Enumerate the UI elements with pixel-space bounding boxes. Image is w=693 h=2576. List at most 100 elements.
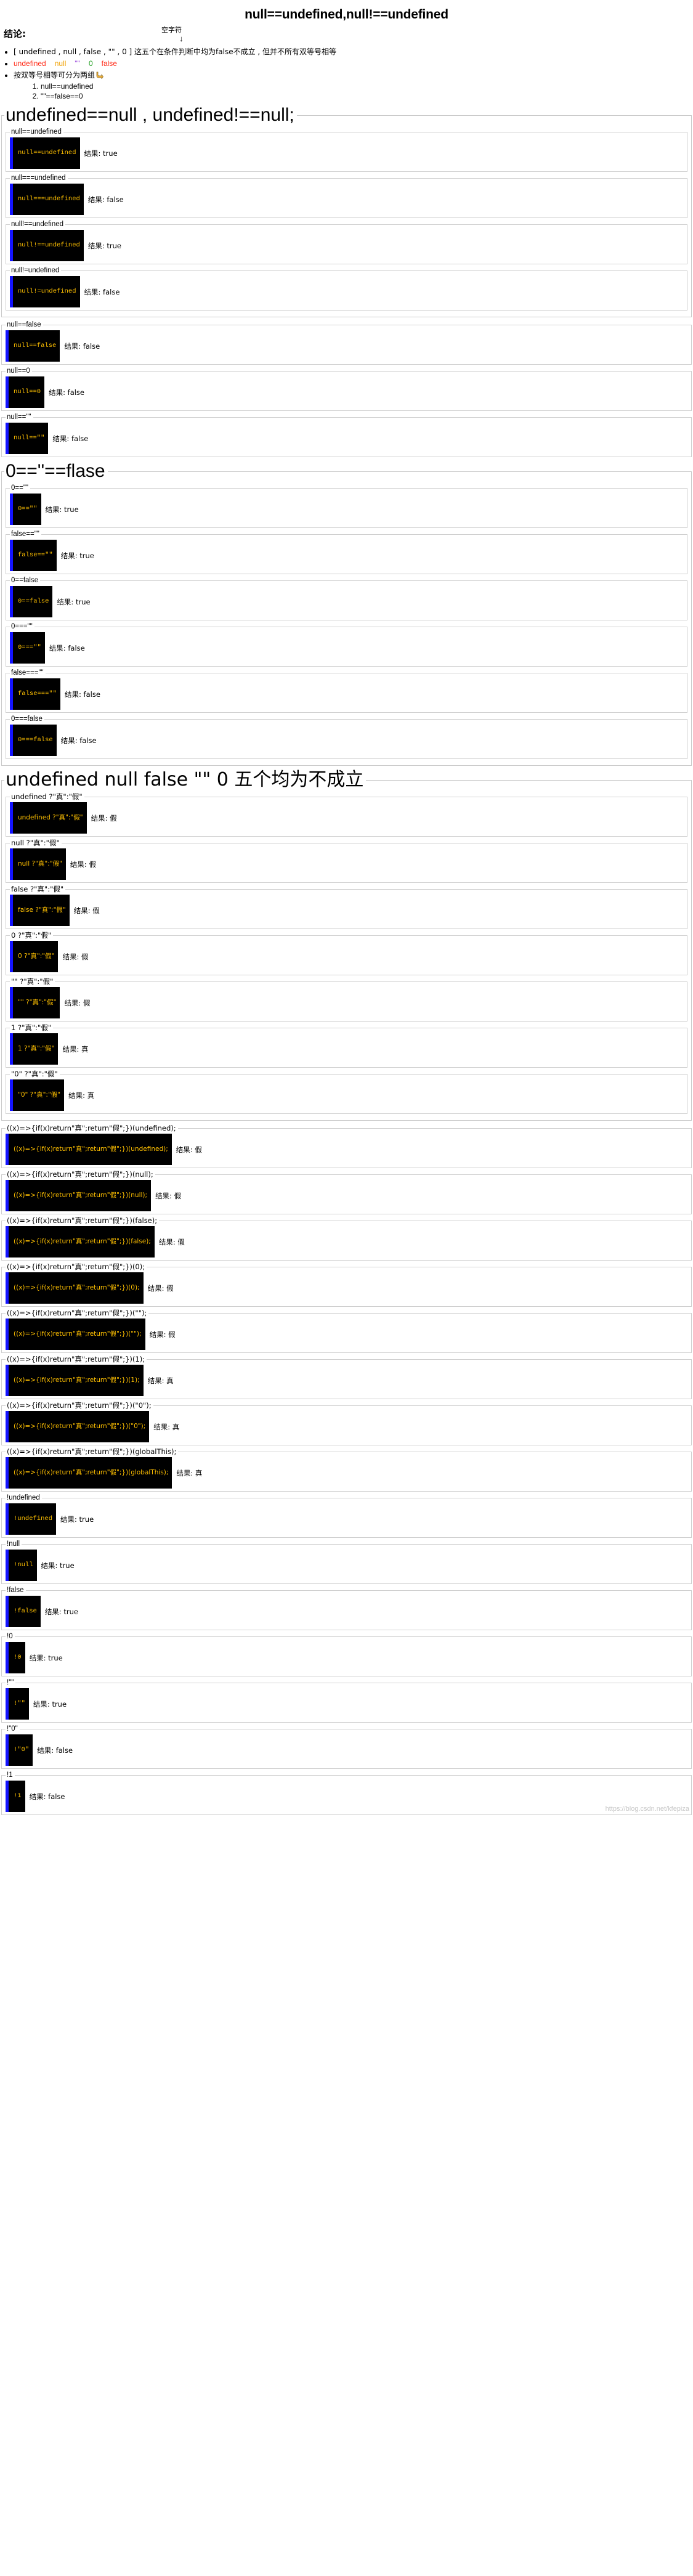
expression-legend: 0==="" xyxy=(11,623,33,630)
expression-card: !"0" !"0" 结果: false xyxy=(1,1725,692,1769)
result-prefix: 结果: xyxy=(149,1330,166,1339)
token-false: false xyxy=(101,59,117,68)
expression-card: !1 !1 结果: false xyxy=(1,1771,692,1815)
result-text: 结果: true xyxy=(60,1514,94,1524)
result-text: 结果: 假 xyxy=(70,859,96,869)
list-item: undefined null "" 0 false xyxy=(14,59,693,69)
result-prefix: 结果: xyxy=(49,643,66,652)
expression-card: 0==false 0==false 结果: true xyxy=(6,577,687,620)
code-row: 0==false 结果: true xyxy=(10,586,683,617)
code-row: "" ?"真":"假" 结果: 假 xyxy=(10,987,683,1018)
result-value: false xyxy=(67,388,84,397)
token-empty-string: "" xyxy=(75,59,80,68)
expression-card: null==0 null==0 结果: false xyxy=(1,367,692,411)
result-text: 结果: true xyxy=(61,551,94,561)
result-value: 假 xyxy=(110,813,117,823)
conclusion-bullet-list: [ undefined , null , false , "" , 0 ] 这五… xyxy=(0,47,693,101)
expression-legend: null==false xyxy=(7,321,41,328)
code-row: ((x)=>{if(x)return"真";return"假";})(undef… xyxy=(6,1134,687,1165)
result-prefix: 结果: xyxy=(60,551,78,560)
code-block: ((x)=>{if(x)return"真";return"假";})(false… xyxy=(6,1226,155,1258)
code-block: ((x)=>{if(x)return"真";return"假";})("0"); xyxy=(6,1411,150,1442)
code-row: ((x)=>{if(x)return"真";return"假";})("0");… xyxy=(6,1411,687,1442)
result-value: true xyxy=(63,1607,78,1616)
expression-card: !false !false 结果: true xyxy=(1,1587,692,1630)
code-block: ((x)=>{if(x)return"真";return"假";})(""); xyxy=(6,1318,145,1350)
result-value: 真 xyxy=(166,1376,174,1385)
code-row: !"" 结果: true xyxy=(6,1688,687,1720)
code-block: !undefined xyxy=(6,1503,57,1535)
expression-card: 0=="" 0=="" 结果: true xyxy=(6,484,687,528)
expression-legend: 0===false xyxy=(11,715,43,723)
expression-legend: !1 xyxy=(7,1771,13,1779)
expression-legend: "" ?"真":"假" xyxy=(11,977,54,986)
code-block: !"" xyxy=(6,1688,29,1720)
result-prefix: 结果: xyxy=(70,859,87,869)
section-falsy-ternary: undefined null false "" 0 五个均为不成立 undefi… xyxy=(1,770,692,1121)
result-text: 结果: 假 xyxy=(159,1237,185,1247)
token-zero: 0 xyxy=(88,59,93,68)
expression-card: "0" ?"真":"假" "0" ?"真":"假" 结果: 真 xyxy=(6,1070,687,1114)
expression-card: false ?"真":"假" false ?"真":"假" 结果: 假 xyxy=(6,885,687,929)
result-prefix: 结果: xyxy=(153,1422,171,1431)
result-value: false xyxy=(103,287,120,296)
result-value: true xyxy=(107,241,121,250)
expression-legend: null==undefined xyxy=(11,128,62,136)
section-zero-emptystring-false: 0==''==flase 0=="" 0=="" 结果: true false=… xyxy=(1,461,692,766)
result-text: 结果: false xyxy=(30,1792,65,1802)
expression-legend: "0" ?"真":"假" xyxy=(11,1070,58,1078)
result-value: 真 xyxy=(87,1091,95,1100)
code-block: null==false xyxy=(6,330,60,362)
expression-card: 0==="" 0==="" 结果: false xyxy=(6,623,687,667)
code-row: ((x)=>{if(x)return"真";return"假";})(""); … xyxy=(6,1318,687,1350)
empty-string-annotation: 空字符 xyxy=(161,26,182,34)
result-value: 假 xyxy=(177,1237,185,1246)
code-block: null!==undefined xyxy=(10,230,84,261)
code-row: ((x)=>{if(x)return"真";return"假";})(globa… xyxy=(6,1457,687,1489)
result-value: true xyxy=(52,1699,67,1709)
code-block: 1 ?"真":"假" xyxy=(10,1033,59,1065)
result-prefix: 结果: xyxy=(37,1745,54,1755)
code-row: !false 结果: true xyxy=(6,1596,687,1627)
expression-card: null==false null==false 结果: false xyxy=(1,321,692,365)
result-prefix: 结果: xyxy=(60,736,78,745)
expression-card: null===undefined null===undefined 结果: fa… xyxy=(6,174,687,218)
result-text: 结果: 假 xyxy=(176,1145,202,1155)
result-value: false xyxy=(48,1792,65,1801)
result-text: 结果: 真 xyxy=(62,1044,88,1054)
expression-legend: !false xyxy=(7,1587,24,1594)
expression-legend: !0 xyxy=(7,1633,13,1640)
expression-legend: 0 ?"真":"假" xyxy=(11,931,52,940)
result-text: 结果: false xyxy=(49,643,85,653)
expression-card: false==="" false==="" 结果: false xyxy=(6,669,687,713)
code-row: null==0 结果: false xyxy=(6,376,687,408)
expression-legend: ((x)=>{if(x)return"真";return"假";})(0); xyxy=(7,1262,145,1271)
code-row: 0=="" 结果: true xyxy=(10,494,683,525)
document-page: null==undefined,null!==undefined 结论: 空字符… xyxy=(0,7,693,1815)
section-heading: undefined null false "" 0 五个均为不成立 xyxy=(6,769,364,790)
list-item: [ undefined , null , false , "" , 0 ] 这五… xyxy=(14,47,693,57)
result-value: false xyxy=(68,643,85,652)
expression-legend: null!==undefined xyxy=(11,221,64,228)
code-row: !"0" 结果: false xyxy=(6,1734,687,1766)
result-prefix: 结果: xyxy=(155,1191,172,1200)
result-text: 结果: false xyxy=(37,1745,73,1755)
code-row: null===undefined 结果: false xyxy=(10,184,683,215)
expression-legend: 0=="" xyxy=(11,484,28,492)
expression-legend: ((x)=>{if(x)return"真";return"假";})(globa… xyxy=(7,1447,177,1456)
result-prefix: 结果: xyxy=(52,434,70,443)
result-value: 假 xyxy=(166,1283,174,1293)
expression-legend: null=="" xyxy=(7,413,31,421)
expression-legend: ((x)=>{if(x)return"真";return"假";})(""); xyxy=(7,1309,147,1317)
result-value: true xyxy=(64,505,79,514)
code-row: null!=undefined 结果: false xyxy=(10,276,683,307)
expression-card: undefined ?"真":"假" undefined ?"真":"假" 结果… xyxy=(6,793,687,837)
token-null: null xyxy=(54,59,67,68)
result-text: 结果: true xyxy=(88,241,121,251)
result-value: true xyxy=(75,597,91,606)
code-row: null==false 结果: false xyxy=(6,330,687,362)
expression-card: ((x)=>{if(x)return"真";return"假";})("0");… xyxy=(1,1402,692,1445)
result-text: 结果: false xyxy=(49,388,84,397)
result-prefix: 结果: xyxy=(87,241,105,250)
code-block: null===undefined xyxy=(10,184,84,215)
